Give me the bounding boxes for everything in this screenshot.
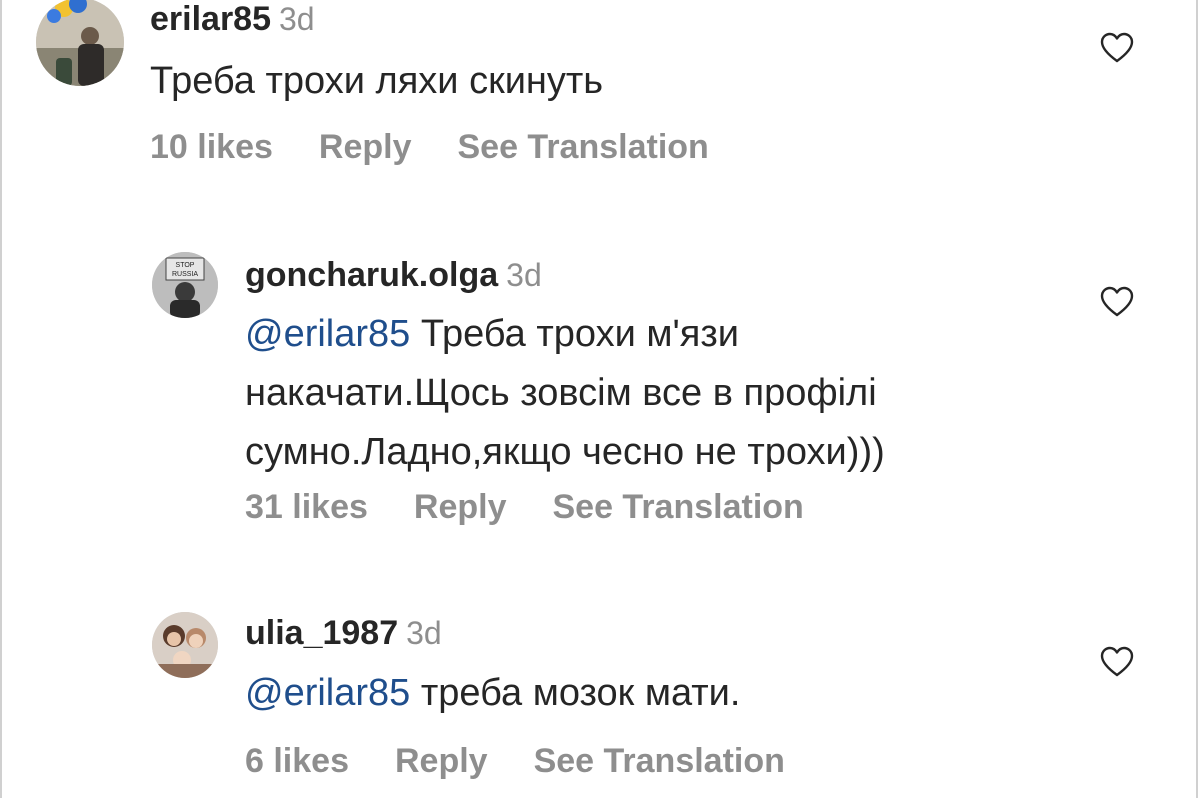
comment-line: сумно.Ладно,якщо чесно не трохи))) (245, 431, 885, 473)
profile-photo-balloons-icon (36, 0, 124, 86)
comment-line: @erilar85 Треба трохи м'язи (245, 305, 885, 364)
heart-outline-icon[interactable] (1100, 286, 1134, 318)
username[interactable]: ulia_1987 3d (245, 614, 442, 653)
comment-actions: 10 likes Reply See Translation (150, 128, 755, 167)
profile-photo-stop-russia-sign-icon: STOP RUSSIA (152, 252, 218, 318)
comment-text: @erilar85 Треба трохи м'язи накачати.Щос… (245, 305, 885, 482)
likes-count[interactable]: 6 likes (245, 742, 349, 780)
comment-actions: 31 likes Reply See Translation (245, 488, 850, 527)
reply-button[interactable]: Reply (319, 128, 412, 166)
profile-photo-family-icon (152, 612, 218, 678)
username[interactable]: erilar85 3d (150, 0, 315, 39)
comment-line: накачати.Щось зовсім все в профілі (245, 372, 877, 414)
reply-button[interactable]: Reply (414, 488, 507, 526)
comment-text: Треба трохи ляхи скинуть (150, 52, 603, 111)
see-translation-button[interactable]: See Translation (534, 742, 785, 780)
comment-actions: 6 likes Reply See Translation (245, 742, 831, 781)
username-text[interactable]: goncharuk.olga (245, 256, 498, 294)
avatar[interactable] (152, 612, 218, 678)
see-translation-button[interactable]: See Translation (552, 488, 803, 526)
timestamp: 3d (506, 257, 542, 293)
comment-line-text: треба мозок мати. (420, 672, 741, 714)
timestamp: 3d (279, 1, 315, 37)
username[interactable]: goncharuk.olga 3d (245, 256, 542, 295)
username-text[interactable]: ulia_1987 (245, 614, 398, 652)
comment-line-text: Треба трохи м'язи (420, 313, 740, 355)
stop-sign-text-2: RUSSIA (172, 271, 198, 278)
reply-button[interactable]: Reply (395, 742, 488, 780)
timestamp: 3d (406, 615, 442, 651)
comment-text: @erilar85 треба мозок мати. (245, 664, 740, 723)
likes-count[interactable]: 10 likes (150, 128, 273, 166)
mention-link[interactable]: @erilar85 (245, 672, 410, 714)
username-text[interactable]: erilar85 (150, 0, 271, 38)
comment-line: @erilar85 треба мозок мати. (245, 664, 740, 723)
avatar[interactable] (36, 0, 124, 86)
see-translation-button[interactable]: See Translation (457, 128, 708, 166)
stop-sign-text-1: STOP (176, 262, 195, 269)
heart-outline-icon[interactable] (1100, 32, 1134, 64)
likes-count[interactable]: 31 likes (245, 488, 368, 526)
heart-outline-icon[interactable] (1100, 646, 1134, 678)
avatar[interactable]: STOP RUSSIA (152, 252, 218, 318)
comment-line: Треба трохи ляхи скинуть (150, 60, 604, 102)
mention-link[interactable]: @erilar85 (245, 313, 410, 355)
